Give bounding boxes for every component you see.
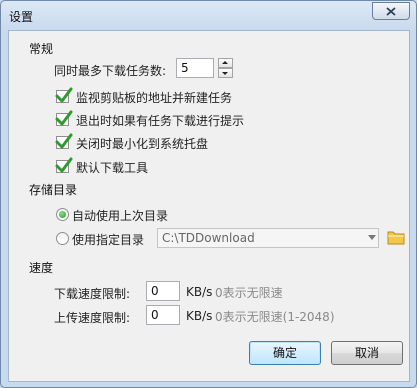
max-tasks-label: 同时最多下载任务数:: [54, 64, 167, 78]
checkmark-icon: [55, 110, 73, 126]
auto-directory-radio[interactable]: [56, 208, 69, 221]
radio-selected-dot: [59, 211, 66, 218]
custom-directory-radio[interactable]: [56, 232, 69, 245]
max-tasks-input[interactable]: [176, 58, 214, 78]
exit-prompt-label: 退出时如果有任务下载进行提示: [76, 114, 245, 128]
upload-limit-input[interactable]: [146, 305, 180, 325]
default-downloader-label: 默认下载工具: [76, 161, 149, 175]
minimize-to-tray-checkbox[interactable]: [55, 133, 73, 149]
download-limit-hint: 0表示无限速: [215, 286, 283, 300]
monitor-clipboard-checkbox[interactable]: [55, 87, 73, 103]
directory-path-value: C:\TDDownload: [162, 231, 255, 245]
close-icon: [386, 6, 396, 16]
chevron-down-icon[interactable]: [368, 235, 376, 240]
settings-window: 设置 常规 同时最多下载任务数: 监视剪贴板的地址并新建任务 退出时如果有任务下…: [0, 0, 417, 388]
custom-directory-label: 使用指定目录: [72, 233, 145, 247]
checkmark-icon: [55, 133, 73, 149]
directory-path-combobox[interactable]: C:\TDDownload: [157, 228, 379, 248]
exit-prompt-checkbox[interactable]: [55, 110, 73, 126]
close-button[interactable]: [372, 2, 410, 20]
default-downloader-checkbox[interactable]: [55, 157, 73, 173]
max-tasks-increment-button[interactable]: [218, 58, 233, 68]
download-limit-input[interactable]: [146, 281, 180, 301]
upload-limit-label: 上传速度限制:: [54, 311, 131, 325]
folder-icon[interactable]: [387, 229, 405, 245]
monitor-clipboard-label: 监视剪贴板的地址并新建任务: [76, 91, 233, 105]
section-general-heading: 常规: [29, 42, 54, 56]
upload-limit-unit: KB/s: [186, 309, 213, 323]
section-speed-heading: 速度: [29, 261, 54, 275]
download-limit-label: 下载速度限制:: [54, 287, 131, 301]
download-limit-unit: KB/s: [186, 285, 213, 299]
section-storage-heading: 存储目录: [29, 183, 78, 197]
cancel-button[interactable]: 取消: [331, 341, 403, 365]
checkmark-icon: [55, 157, 73, 173]
window-title: 设置: [9, 10, 34, 24]
title-bar: 设置: [1, 1, 416, 31]
upload-limit-hint: 0表示无限速(1-2048): [215, 310, 335, 324]
settings-panel: 常规 同时最多下载任务数: 监视剪贴板的地址并新建任务 退出时如果有任务下载进行…: [8, 30, 410, 382]
max-tasks-decrement-button[interactable]: [218, 68, 233, 78]
auto-directory-label: 自动使用上次目录: [72, 209, 169, 223]
minimize-to-tray-label: 关闭时最小化到系统托盘: [76, 137, 209, 151]
ok-button[interactable]: 确定: [249, 341, 321, 365]
checkmark-icon: [55, 87, 73, 103]
